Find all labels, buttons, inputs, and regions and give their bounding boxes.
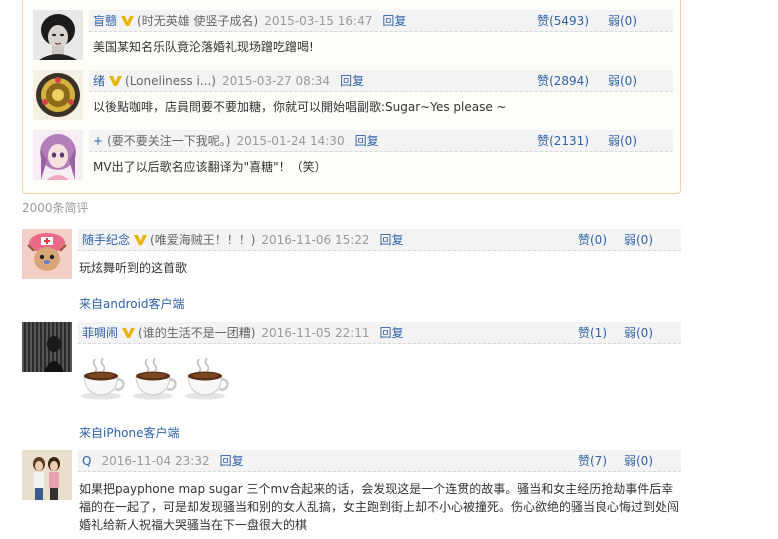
comment-text: 玩炫舞听到的这首歌 <box>79 261 188 275</box>
comment-header: Q 2016-11-04 23:32 回复 赞(7) 弱(0) <box>78 450 681 472</box>
user-signature: (谁的生活不是一团糟) <box>138 326 256 340</box>
username-link[interactable]: 盲戆 <box>93 14 117 28</box>
client-source-link[interactable]: 来自android客户端 <box>79 295 185 312</box>
comment-text: 如果把payphone map sugar 三个mv合起来的话，会发现这是一个连… <box>79 482 680 532</box>
vip-badge-icon <box>122 328 136 338</box>
comment-text: 以後點咖啡，店員問要不要加糖，你就可以開始唱副歌:Sugar~Yes pleas… <box>93 100 507 114</box>
comment-time: 2016-11-04 23:32 <box>101 454 210 468</box>
weak-button[interactable]: 弱(0) <box>608 70 637 92</box>
comment-header: 绪 (Loneliness i...) 2015-03-27 08:34 回复 赞(2… <box>89 70 673 92</box>
username-link[interactable]: 随手纪念 <box>82 233 130 247</box>
like-button[interactable]: 赞(7) <box>578 450 607 472</box>
avatar[interactable] <box>33 130 83 180</box>
coffee-cup-icon <box>185 357 229 400</box>
username-link[interactable]: 菲啁闹 <box>82 326 118 340</box>
reply-button[interactable]: 回复 <box>220 454 244 468</box>
reply-button[interactable]: 回复 <box>382 14 406 28</box>
weak-button[interactable]: 弱(0) <box>624 450 653 472</box>
comment-header: 菲啁闹 (谁的生活不是一团糟) 2016-11-05 22:11 回复 赞(1) 弱(… <box>78 322 681 344</box>
vip-badge-icon <box>109 76 123 86</box>
comment-header: + (要不要关注一下我呢。) 2015-01-24 14:30 回复 赞(2131) … <box>89 130 673 152</box>
like-button[interactable]: 赞(0) <box>578 229 607 251</box>
coffee-cup-icon <box>81 357 125 400</box>
comment-header: 随手纪念 (唯爱海贼王！！！) 2016-11-06 15:22 回复 赞(0) 弱(… <box>78 229 681 251</box>
reply-button[interactable]: 回复 <box>380 233 404 247</box>
username-link[interactable]: 绪 <box>93 74 105 88</box>
avatar[interactable] <box>33 10 83 60</box>
weak-button[interactable]: 弱(0) <box>608 10 637 32</box>
avatar[interactable] <box>22 229 72 279</box>
avatar[interactable] <box>22 450 72 500</box>
avatar[interactable] <box>33 70 83 120</box>
reply-button[interactable]: 回复 <box>340 74 364 88</box>
user-signature: (要不要关注一下我呢。) <box>107 134 231 148</box>
weak-button[interactable]: 弱(0) <box>624 322 653 344</box>
avatar[interactable] <box>22 322 72 372</box>
comment-text: 美国某知名乐队竟沦落婚礼现场蹭吃蹭喝! <box>93 40 314 54</box>
client-source-link[interactable]: 来自iPhone客户端 <box>79 424 180 441</box>
username-link[interactable]: Q <box>82 454 91 468</box>
username-link[interactable]: + <box>93 134 103 148</box>
hot-comments-box: 盲戆 (时无英雄 使竖子成名) 2015-03-15 16:47 回复 赞(5493)… <box>22 0 681 194</box>
user-signature: (唯爱海贼王！！！) <box>150 233 256 247</box>
vip-badge-icon <box>134 235 148 245</box>
comment-time: 2015-01-24 14:30 <box>236 134 345 148</box>
like-button[interactable]: 赞(2131) <box>537 130 589 152</box>
comment-emoji-row <box>79 356 231 400</box>
user-signature: (Loneliness i...) <box>125 74 216 88</box>
like-button[interactable]: 赞(2894) <box>537 70 589 92</box>
weak-button[interactable]: 弱(0) <box>608 130 637 152</box>
short-comments-title: 2000条简评 <box>22 201 89 215</box>
weak-button[interactable]: 弱(0) <box>624 229 653 251</box>
user-signature: (时无英雄 使竖子成名) <box>137 14 259 28</box>
reply-button[interactable]: 回复 <box>380 326 404 340</box>
comment-time: 2015-03-27 08:34 <box>221 74 331 88</box>
coffee-cup-icon <box>133 357 177 400</box>
comment-header: 盲戆 (时无英雄 使竖子成名) 2015-03-15 16:47 回复 赞(5493)… <box>89 10 673 32</box>
reply-button[interactable]: 回复 <box>355 134 379 148</box>
like-button[interactable]: 赞(5493) <box>537 10 589 32</box>
comment-text: MV出了以后歌名应该翻译为"喜糖"！（笑） <box>93 160 327 174</box>
comment-time: 2016-11-06 15:22 <box>261 233 370 247</box>
vip-badge-icon <box>121 16 135 26</box>
comment-time: 2015-03-15 16:47 <box>264 14 373 28</box>
comment-time: 2016-11-05 22:11 <box>261 326 370 340</box>
like-button[interactable]: 赞(1) <box>578 322 607 344</box>
